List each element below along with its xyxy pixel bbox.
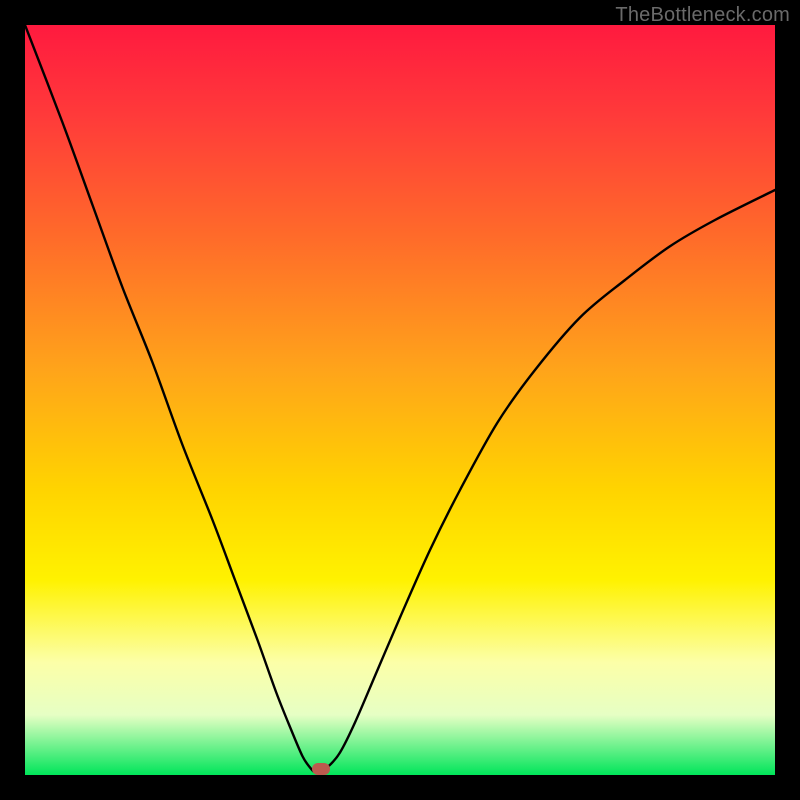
- bottleneck-curve-path: [25, 25, 775, 773]
- chart-frame: TheBottleneck.com: [0, 0, 800, 800]
- plot-area: [25, 25, 775, 775]
- optimum-marker-icon: [312, 763, 330, 775]
- watermark-text: TheBottleneck.com: [615, 4, 790, 27]
- curve-svg: [25, 25, 775, 775]
